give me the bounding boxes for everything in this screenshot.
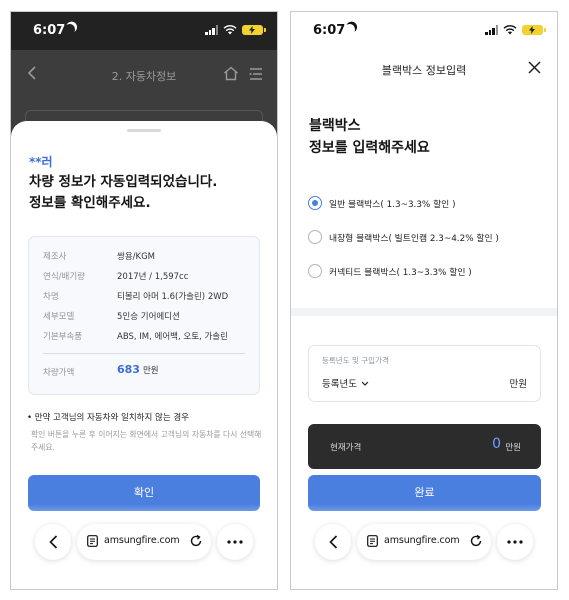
browser-toolbar: amsungfire.com [291, 504, 557, 589]
price-number: 683 [117, 363, 140, 376]
browser-back-button[interactable] [315, 524, 351, 560]
info-row-manufacturer: 제조사 쌍용/KGM [43, 247, 253, 263]
info-value: ABS, IM, 에어백, 오토, 가솔린 [117, 332, 228, 342]
option-label: 커넥티드 블랙박스( 1.3~3.3% 할인 ) [329, 267, 472, 278]
divider [43, 353, 245, 354]
price-value: 683 만원 [117, 363, 159, 376]
vehicle-info-card: 제조사 쌍용/KGM 연식/배기량 2017년 / 1,597cc 차명 티볼리… [28, 236, 260, 395]
cellular-signal-icon [485, 25, 498, 35]
address-bar[interactable]: amsungfire.com [77, 524, 211, 560]
reload-icon[interactable] [469, 534, 483, 548]
url-text: amsungfire.com [384, 535, 460, 546]
info-key: 세부모델 [43, 312, 75, 322]
info-row-accessories: 기본부속품 ABS, IM, 에어백, 오토, 가솔린 [43, 327, 253, 343]
browser-toolbar: amsungfire.com [11, 504, 277, 589]
reader-icon[interactable] [87, 535, 98, 547]
option-connected-blackbox[interactable]: 커넥티드 블랙박스( 1.3~3.3% 할인 ) [308, 261, 543, 281]
section-divider [291, 308, 557, 316]
customer-masked-name: **러 [29, 155, 53, 169]
close-icon[interactable] [528, 61, 541, 74]
registration-field: 등록년도 및 구입가격 등록년도 만원 [308, 345, 541, 402]
modal-title: 블랙박스 정보입력 [381, 64, 467, 77]
home-icon[interactable] [223, 66, 239, 81]
current-price-bar: 현재가격 0 만원 [308, 424, 541, 469]
status-icons [205, 25, 266, 35]
chevron-left-icon [48, 535, 57, 549]
cellular-signal-icon [205, 25, 218, 35]
page-header: 2. 자동차정보 [11, 50, 277, 106]
info-key: 차량가액 [43, 368, 75, 378]
battery-charging-icon [522, 25, 546, 35]
modal-header: 블랙박스 정보입력 [291, 50, 557, 86]
current-price-value: 0 [492, 436, 501, 452]
phone-screen-vehicle-info: 6:07 2. 자동차정보 **러 차량 정보가 자동입력되었습니다. 정보를 … [10, 11, 278, 590]
browser-more-button[interactable] [497, 524, 533, 560]
info-row-year: 연식/배기량 2017년 / 1,597cc [43, 267, 253, 283]
wifi-icon [223, 25, 237, 35]
page-title: 블랙박스 정보를 입력해주세요 [309, 115, 539, 159]
page-title-line2: 정보를 입력해주세요 [309, 140, 430, 156]
option-label: 일반 블랙박스( 1.3~3.3% 할인 ) [329, 199, 456, 210]
info-key: 연식/배기량 [43, 272, 85, 282]
reader-icon[interactable] [367, 535, 378, 547]
purchase-price-unit[interactable]: 만원 [510, 376, 527, 390]
radio-unselected[interactable] [308, 264, 322, 278]
address-bar[interactable]: amsungfire.com [357, 524, 491, 560]
chevron-left-icon [328, 535, 337, 549]
url-text: amsungfire.com [104, 535, 180, 546]
info-row-vehicle-price: 차량가액 683 만원 [43, 363, 253, 379]
price-unit: 만원 [142, 366, 159, 376]
radio-selected[interactable] [308, 196, 322, 210]
browser-back-button[interactable] [35, 524, 71, 560]
option-label: 내장형 블랙박스( 빌트인캠 2.3~4.2% 할인 ) [329, 233, 499, 244]
mismatch-notice: • 만약 고객님의 자동차와 일치하지 않는 경우 확인 버튼을 누른 후 이어… [27, 411, 267, 454]
info-value: 2017년 / 1,597cc [117, 272, 189, 282]
info-key: 제조사 [43, 252, 67, 262]
registration-year-select[interactable]: 등록년도 [322, 376, 369, 390]
info-row-detail-model: 세부모델 5인승 기어에디션 [43, 307, 253, 323]
current-price-label: 현재가격 [330, 443, 362, 453]
info-key: 차명 [43, 292, 59, 302]
registration-year-value: 등록년도 [322, 379, 357, 390]
radio-unselected[interactable] [308, 230, 322, 244]
browser-more-button[interactable] [217, 524, 253, 560]
status-bar: 6:07 [291, 12, 557, 50]
chevron-down-icon [361, 381, 369, 386]
more-dots-icon [507, 540, 523, 544]
status-time: 6:07 [313, 23, 346, 38]
battery-charging-icon [242, 25, 266, 35]
info-value: 쌍용/KGM [117, 252, 155, 262]
option-builtin-blackbox[interactable]: 내장형 블랙박스( 빌트인캠 2.3~4.2% 할인 ) [308, 227, 543, 247]
sheet-title: 차량 정보가 자동입력되었습니다. 정보를 확인해주세요. [29, 172, 264, 214]
page-title-line1: 블랙박스 [309, 118, 361, 134]
info-value: 티볼리 아머 1.6(가솔린) 2WD [117, 292, 229, 302]
wifi-icon [503, 25, 517, 35]
menu-icon[interactable] [249, 68, 263, 80]
notice-heading: • 만약 고객님의 자동차와 일치하지 않는 경우 [27, 413, 189, 423]
sheet-title-line2: 정보를 확인해주세요. [29, 195, 151, 211]
info-value: 5인승 기어에디션 [117, 312, 180, 322]
option-general-blackbox[interactable]: 일반 블랙박스( 1.3~3.3% 할인 ) [308, 193, 543, 213]
sheet-grabber[interactable] [127, 129, 161, 132]
status-icons [485, 25, 546, 35]
phone-screen-blackbox: 6:07 블랙박스 정보입력 블랙박스 정보를 입력해주세요 일반 블랙박스( … [290, 11, 558, 590]
reload-icon[interactable] [189, 534, 203, 548]
registration-label: 등록년도 및 구입가격 [322, 356, 389, 365]
info-key: 기본부속품 [43, 332, 83, 342]
current-price-unit: 만원 [505, 443, 521, 453]
status-bar: 6:07 [11, 12, 277, 50]
status-time: 6:07 [33, 23, 66, 38]
more-dots-icon [227, 540, 243, 544]
notice-body: 확인 버튼을 누른 후 이어지는 화면에서 고객님의 자동차를 다시 선택해주세… [31, 430, 262, 452]
info-row-car-name: 차명 티볼리 아머 1.6(가솔린) 2WD [43, 287, 253, 303]
sheet-title-line1: 차량 정보가 자동입력되었습니다. [29, 174, 218, 190]
